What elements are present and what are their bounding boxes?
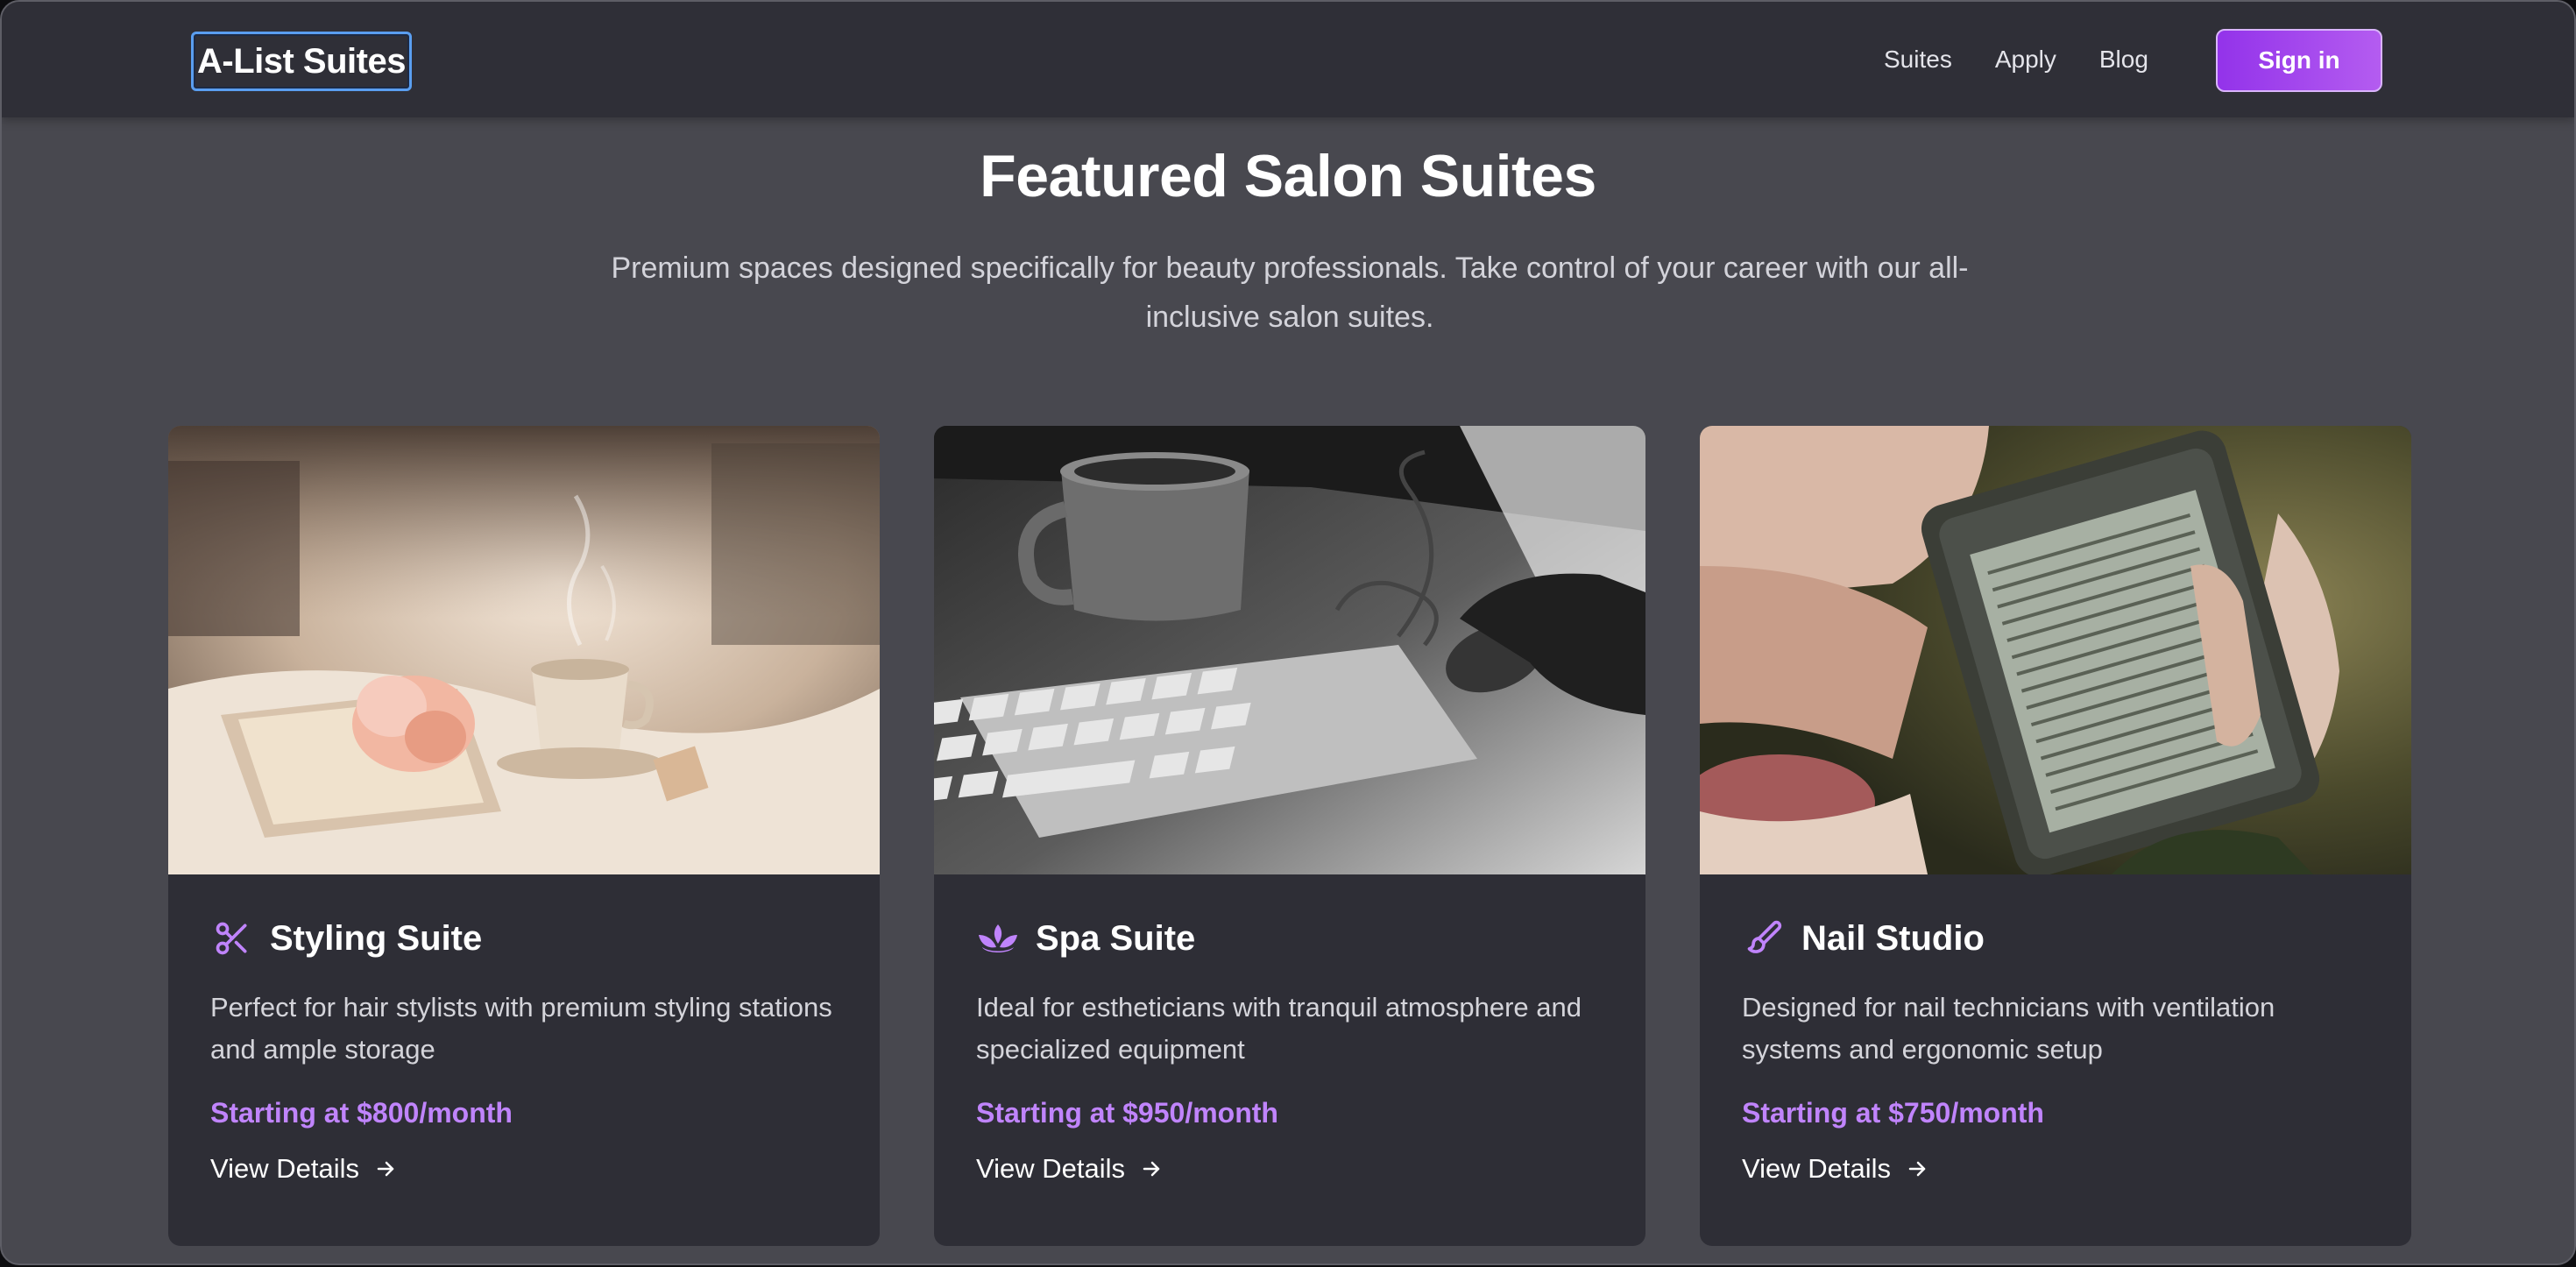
site-logo[interactable]: A-List Suites: [191, 32, 412, 91]
lotus-icon: [976, 917, 1020, 960]
view-details-label: View Details: [210, 1153, 360, 1184]
page-subtitle: Premium spaces designed specifically for…: [611, 251, 1969, 334]
nav-link-suites[interactable]: Suites: [1884, 46, 1952, 74]
arrow-right-icon: [377, 1161, 394, 1177]
suite-card-styling: Styling Suite Perfect for hair stylists …: [168, 426, 880, 1246]
nav-link-blog[interactable]: Blog: [2099, 46, 2148, 74]
card-description: Designed for nail technicians with venti…: [1742, 992, 2275, 1065]
page-title: Featured Salon Suites: [980, 143, 1596, 209]
card-price: Starting at $750/month: [1742, 1097, 2044, 1129]
card-title: Spa Suite: [1036, 918, 1196, 958]
card-price: Starting at $950/month: [976, 1097, 1278, 1129]
sign-in-button[interactable]: Sign in: [2216, 29, 2382, 92]
card-price: Starting at $800/month: [210, 1097, 513, 1129]
scissors-icon: [210, 917, 254, 960]
main-nav: Suites Apply Blog: [1884, 2, 2191, 117]
paintbrush-icon: [1742, 917, 1786, 960]
card-title: Nail Studio: [1801, 918, 1985, 958]
tea-cup-and-book-photo: [168, 426, 880, 874]
view-details-link[interactable]: View Details: [976, 1148, 1162, 1190]
mug-keyboard-mouse-photo: [934, 426, 1645, 874]
suite-card-spa: Spa Suite Ideal for estheticians with tr…: [934, 426, 1645, 1246]
arrow-right-icon: [1908, 1161, 1926, 1177]
card-description: Ideal for estheticians with tranquil atm…: [976, 992, 1582, 1065]
nav-link-apply[interactable]: Apply: [1995, 46, 2056, 74]
card-description: Perfect for hair stylists with premium s…: [210, 992, 832, 1065]
view-details-link[interactable]: View Details: [1742, 1148, 1928, 1190]
card-title: Styling Suite: [270, 918, 483, 958]
suite-card-nail: Nail Studio Designed for nail technician…: [1700, 426, 2411, 1246]
browser-window: A-List Suites Suites Apply Blog Sign in …: [0, 0, 2576, 1265]
view-details-label: View Details: [976, 1153, 1126, 1184]
top-navbar: A-List Suites Suites Apply Blog Sign in: [2, 2, 2574, 117]
arrow-right-icon: [1143, 1161, 1160, 1177]
view-details-label: View Details: [1742, 1153, 1892, 1184]
view-details-link[interactable]: View Details: [210, 1148, 396, 1190]
kindle-ereader-photo: [1700, 426, 2411, 874]
